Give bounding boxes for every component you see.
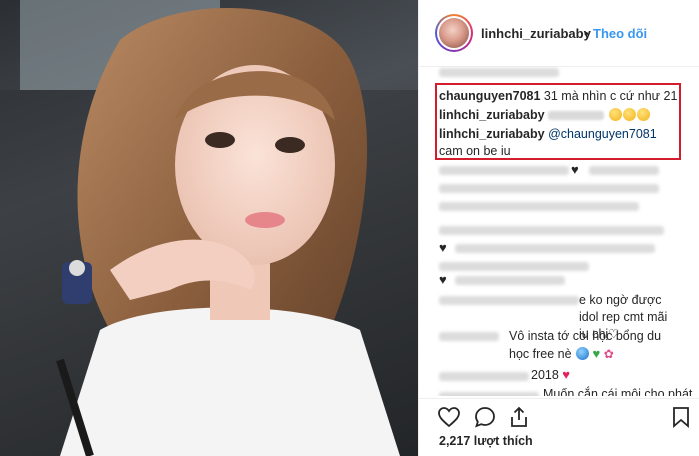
- emoji-icon: [636, 108, 650, 121]
- comments-list: chaunguyen7081 31 mà nhìn c cứ như 21 li…: [419, 66, 699, 396]
- red-heart-icon: ♥: [562, 367, 571, 382]
- blurred-comment: [439, 262, 589, 271]
- green-heart-icon: ♥: [592, 346, 601, 361]
- avatar[interactable]: [435, 14, 473, 52]
- post-sidebar: linhchi_zuriababy • Theo dõi chaunguyen7…: [418, 0, 699, 456]
- post-header: linhchi_zuriababy • Theo dõi: [419, 0, 699, 67]
- blurred-comment: [439, 202, 639, 211]
- blurred-mention: [548, 111, 605, 121]
- blurred-comment: [455, 244, 655, 253]
- blurred-comment: [439, 184, 659, 193]
- comment: 2018 ♥: [531, 366, 570, 384]
- comment-author[interactable]: linhchi_zuriababy: [439, 108, 545, 122]
- author-username[interactable]: linhchi_zuriababy: [481, 26, 591, 41]
- blurred-username: [439, 392, 539, 396]
- heart-icon[interactable]: [437, 405, 461, 429]
- blurred-comment: [589, 166, 659, 175]
- comment: linhchi_zuriababy: [439, 107, 650, 124]
- comment-author[interactable]: linhchi_zuriababy: [439, 127, 545, 141]
- comment: chaunguyen7081 31 mà nhìn c cứ như 21: [439, 88, 677, 105]
- comment: Vô insta tớ coi học bổng du học free nè …: [509, 328, 679, 363]
- heart-emoji-icon: ♥: [571, 162, 579, 177]
- emoji-icon: [608, 108, 622, 121]
- comment-mention[interactable]: @chaunguyen7081: [548, 127, 657, 141]
- comment-text: Muốn cắn cái môi cho phát: [543, 387, 693, 396]
- comment: Muốn cắn cái môi cho phát: [543, 386, 692, 396]
- blurred-comment: [439, 372, 529, 381]
- action-bar: [419, 398, 699, 429]
- post-photo[interactable]: [0, 0, 418, 456]
- post-photo-illustration: [0, 0, 418, 456]
- heart-emoji-icon: ♥: [439, 240, 447, 255]
- heart-emoji-icon: ♥: [439, 272, 447, 287]
- comment-text: 31 mà nhìn c cứ như 21: [543, 89, 678, 103]
- globe-emoji-icon: [576, 347, 590, 360]
- comment-icon[interactable]: [473, 405, 497, 429]
- blurred-comment: [455, 276, 565, 285]
- follow-button[interactable]: Theo dõi: [593, 26, 647, 41]
- comment-text: 2018: [531, 368, 559, 382]
- likes-count[interactable]: 2,217 lượt thích: [439, 434, 533, 448]
- blurred-username: [439, 296, 579, 305]
- comment: linhchi_zuriababy @chaunguyen7081 cam on…: [439, 126, 669, 160]
- share-icon[interactable]: [507, 405, 531, 429]
- blurred-comment: [439, 226, 664, 235]
- comment-author[interactable]: chaunguyen7081: [439, 89, 540, 103]
- blurred-comment: [439, 166, 569, 175]
- comment-text: cam on be iu: [439, 144, 511, 158]
- separator-dot: •: [584, 26, 589, 41]
- emoji-icon: [622, 108, 636, 121]
- flower-emoji-icon: ✿: [603, 347, 614, 361]
- bookmark-icon[interactable]: [669, 405, 693, 429]
- blurred-caption: [439, 68, 559, 77]
- blurred-username: [439, 332, 499, 341]
